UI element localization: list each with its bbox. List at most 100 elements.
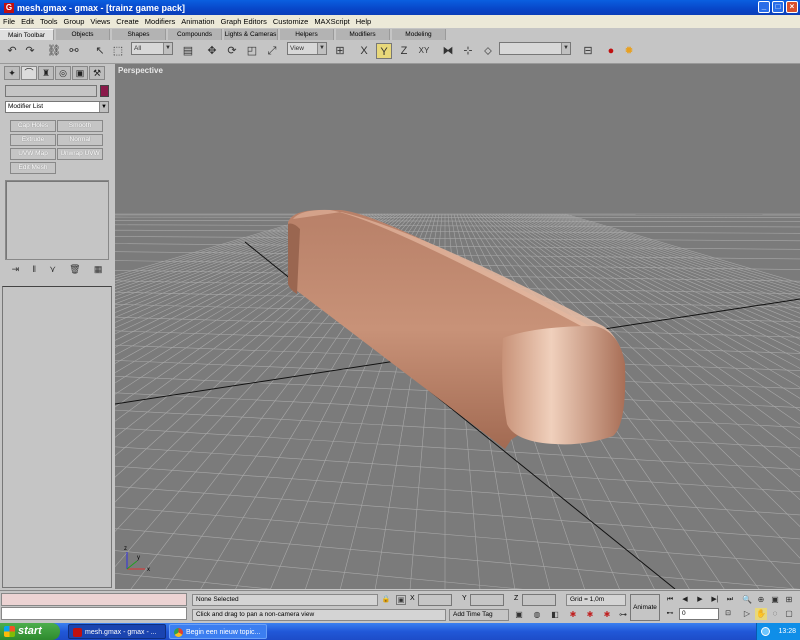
named-selection-dropdown[interactable]: ▼ (499, 42, 571, 55)
minimize-button[interactable]: _ (758, 1, 770, 13)
align-icon[interactable]: ⊹ (460, 43, 476, 59)
menu-animation[interactable]: Animation (181, 17, 214, 26)
absolute-mode-icon[interactable]: ▣ (396, 595, 406, 605)
animate-button[interactable]: Animate (630, 594, 660, 621)
next-frame-icon[interactable]: ▶| (709, 594, 721, 605)
unwrap-uvw-button[interactable]: Unwrap UVW (57, 148, 103, 160)
maximize-viewport-icon[interactable]: ▢ (783, 608, 795, 620)
pivot-center-icon[interactable]: ⊞ (332, 43, 348, 59)
object-name-field[interactable] (5, 85, 97, 97)
close-button[interactable]: × (786, 1, 798, 13)
tab-lights-cameras[interactable]: Lights & Cameras (224, 29, 278, 40)
set-key-icon[interactable]: ✱ (600, 608, 614, 621)
uvw-map-button[interactable]: UVW Map (10, 148, 56, 160)
modifier-stack-view[interactable] (5, 180, 109, 260)
restrict-y-icon[interactable]: Y (376, 43, 392, 59)
add-time-tag[interactable]: Add Time Tag (449, 609, 509, 621)
go-to-start-icon[interactable]: ⏮ (664, 594, 676, 605)
tab-helpers[interactable]: Helpers (280, 29, 334, 40)
edit-mesh-button[interactable]: Edit Mesh (10, 162, 56, 174)
create-panel-icon[interactable]: ✦ (4, 66, 20, 80)
extrude-button[interactable]: Extrude (10, 134, 56, 146)
go-to-end-icon[interactable]: ⏭ (724, 594, 736, 605)
key-mode-toggle-icon[interactable]: ⊷ (664, 608, 676, 619)
menu-customize[interactable]: Customize (273, 17, 308, 26)
time-configuration-icon[interactable]: ⊡ (722, 608, 734, 619)
motion-panel-icon[interactable]: ◎ (55, 66, 71, 80)
named-selection-icon[interactable]: ⬦ (480, 43, 496, 59)
previous-frame-icon[interactable]: ◀ (679, 594, 691, 605)
menu-views[interactable]: Views (90, 17, 110, 26)
object-color-swatch[interactable] (100, 85, 109, 97)
taskbar-item-browser[interactable]: Begin een nieuw topic... (169, 624, 267, 639)
make-unique-icon[interactable]: ⋎ (49, 264, 56, 275)
rotate-icon[interactable]: ⟳ (224, 43, 240, 59)
lock-selection-icon[interactable]: 🔒 (381, 595, 391, 605)
menu-create[interactable]: Create (116, 17, 139, 26)
unlink-icon[interactable]: ⚯ (66, 43, 82, 59)
reference-coord-dropdown[interactable]: View ▼ (287, 42, 327, 55)
tab-modifiers[interactable]: Modifiers (336, 29, 390, 40)
zoom-extents-all-icon[interactable]: ⊞ (783, 594, 795, 606)
schematic-view-icon[interactable]: ⊟ (580, 43, 596, 59)
taskbar-item-gmax[interactable]: mesh.gmax - gmax - ... (68, 624, 166, 639)
network-icon[interactable] (761, 627, 770, 636)
sphere-icon[interactable]: ◍ (530, 608, 544, 621)
show-end-result-icon[interactable]: ‖ (32, 264, 36, 274)
tab-objects[interactable]: Objects (56, 29, 110, 40)
start-button[interactable]: start (0, 623, 60, 640)
box-icon[interactable]: ▣ (512, 608, 526, 621)
zoom-all-icon[interactable]: ⊕ (755, 594, 767, 606)
y-coordinate-field[interactable] (470, 594, 504, 606)
render-icon[interactable]: ✹ (621, 43, 637, 59)
z-coordinate-field[interactable] (522, 594, 556, 606)
selection-filter-dropdown[interactable]: All ▼ (131, 42, 173, 55)
arc-rotate-icon[interactable]: ◌ (769, 608, 781, 620)
viewport-scene[interactable]: x z y (115, 64, 800, 589)
rect-selection-region-icon[interactable]: ⬚ (110, 43, 126, 59)
zoom-extents-icon[interactable]: ▣ (769, 594, 781, 606)
key-filter-icon[interactable]: ✱ (566, 608, 580, 621)
menu-maxscript[interactable]: MAXScript (314, 17, 349, 26)
tab-compounds[interactable]: Compounds (168, 29, 222, 40)
tab-modeling[interactable]: Modeling (392, 29, 446, 40)
menu-modifiers[interactable]: Modifiers (145, 17, 175, 26)
restrict-xy-icon[interactable]: XY (416, 43, 432, 59)
menu-graph-editors[interactable]: Graph Editors (221, 17, 267, 26)
restrict-z-icon[interactable]: Z (396, 43, 412, 59)
perspective-viewport[interactable]: x z y Perspective (115, 64, 800, 589)
smooth-button[interactable]: Smooth (57, 120, 103, 132)
scale-icon[interactable]: ◰ (244, 43, 260, 59)
menu-help[interactable]: Help (356, 17, 371, 26)
mirror-icon[interactable]: ⧓ (440, 43, 456, 59)
current-frame-field[interactable]: 0 (679, 608, 719, 620)
configure-sets-icon[interactable]: ▦ (94, 264, 103, 275)
display-panel-icon[interactable]: ▣ (72, 66, 88, 80)
zoom-icon[interactable]: 🔍 (741, 594, 753, 606)
redo-icon[interactable]: ↷ (22, 43, 38, 59)
cap-holes-button[interactable]: Cap Holes (10, 120, 56, 132)
field-of-view-icon[interactable]: ▷ (741, 608, 753, 620)
hierarchy-panel-icon[interactable]: ♜ (38, 66, 54, 80)
maxscript-output-line[interactable] (1, 607, 187, 620)
menu-tools[interactable]: Tools (40, 17, 58, 26)
x-coordinate-field[interactable] (418, 594, 452, 606)
maxscript-listener-line[interactable] (1, 593, 187, 606)
move-icon[interactable]: ✥ (204, 43, 220, 59)
maximize-button[interactable]: □ (772, 1, 784, 13)
key-mode-icon[interactable]: ✱ (583, 608, 597, 621)
utilities-panel-icon[interactable]: ⚒ (89, 66, 105, 80)
modifier-list-dropdown[interactable]: Modifier List ▼ (5, 101, 109, 113)
pan-hand-icon[interactable]: ✋ (755, 608, 767, 620)
select-link-icon[interactable]: ⛓ (46, 43, 62, 59)
select-object-icon[interactable]: ↖ (92, 43, 108, 59)
undo-icon[interactable]: ↶ (4, 43, 20, 59)
play-icon[interactable]: ▶ (694, 594, 706, 605)
viewport-label[interactable]: Perspective (118, 66, 163, 75)
normal-button[interactable]: Normal (57, 134, 103, 146)
time-config-icon[interactable]: ⊶ (616, 608, 630, 621)
squash-icon[interactable]: ⤢ (264, 43, 280, 59)
modify-panel-icon[interactable]: ⌒ (21, 66, 37, 80)
tab-shapes[interactable]: Shapes (112, 29, 166, 40)
menu-file[interactable]: File (3, 17, 15, 26)
